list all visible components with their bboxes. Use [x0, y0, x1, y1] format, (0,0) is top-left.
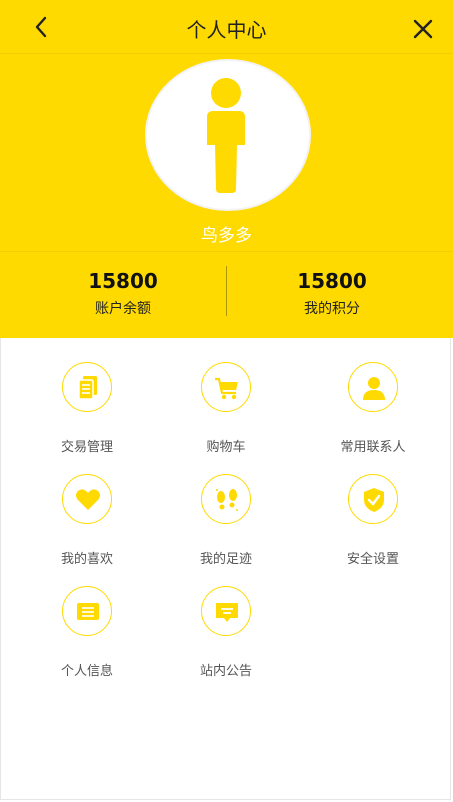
- balance-label: 账户余额: [95, 301, 151, 317]
- header-divider: [0, 251, 453, 252]
- balance-stat[interactable]: 15800 账户余额: [23, 268, 223, 318]
- points-label: 我的积分: [304, 301, 360, 317]
- menu-item-label: 安全设置: [346, 552, 399, 567]
- footprint-icon: [216, 489, 238, 511]
- contacts-icon-circle: [348, 362, 398, 412]
- menu-item-security[interactable]: 安全设置: [313, 474, 433, 567]
- heart-icon: [76, 489, 100, 510]
- avatar[interactable]: [145, 59, 311, 211]
- announcements-icon-circle: [201, 586, 251, 636]
- menu-item-favorites[interactable]: 我的喜欢: [27, 474, 147, 567]
- person-icon: [207, 78, 245, 193]
- message-icon: [216, 603, 238, 622]
- menu-item-profile[interactable]: 个人信息: [27, 586, 147, 679]
- id-card-icon: [77, 603, 99, 620]
- contact-icon: [363, 377, 385, 400]
- menu-item-label: 交易管理: [60, 440, 113, 455]
- menu-item-label: 我的足迹: [199, 552, 252, 567]
- menu-item-label: 个人信息: [60, 664, 113, 679]
- points-stat[interactable]: 15800 我的积分: [232, 268, 432, 318]
- menu-item-transactions[interactable]: 交易管理: [27, 362, 147, 455]
- transactions-icon-circle: [62, 362, 112, 412]
- menu-item-label: 我的喜欢: [60, 552, 113, 567]
- menu-item-contacts[interactable]: 常用联系人: [313, 362, 433, 455]
- menu-item-footprints[interactable]: 我的足迹: [166, 474, 286, 567]
- close-icon: [413, 19, 433, 39]
- footprints-icon-circle: [201, 474, 251, 524]
- profile-header: 个人中心 鸟多多 15800 账户余额 15800 我的积分: [0, 0, 453, 338]
- favorites-icon-circle: [62, 474, 112, 524]
- points-value: 15800: [297, 269, 367, 293]
- close-button[interactable]: [411, 17, 435, 41]
- username: 鸟多多: [201, 226, 252, 246]
- cart-icon: [215, 377, 238, 400]
- menu-item-label: 常用联系人: [340, 440, 406, 455]
- document-icon: [78, 376, 97, 400]
- menu-item-announcements[interactable]: 站内公告: [166, 586, 286, 679]
- top-bar: 个人中心: [0, 0, 453, 54]
- menu-item-cart[interactable]: 购物车: [166, 362, 286, 455]
- balance-value: 15800: [88, 269, 158, 293]
- shield-icon: [364, 488, 384, 512]
- page-title: 个人中心: [186, 18, 267, 42]
- cart-icon-circle: [201, 362, 251, 412]
- menu-item-label: 站内公告: [199, 664, 252, 679]
- stat-separator: [226, 266, 227, 316]
- security-icon-circle: [348, 474, 398, 524]
- menu-item-label: 购物车: [206, 440, 246, 455]
- profile-icon-circle: [62, 586, 112, 636]
